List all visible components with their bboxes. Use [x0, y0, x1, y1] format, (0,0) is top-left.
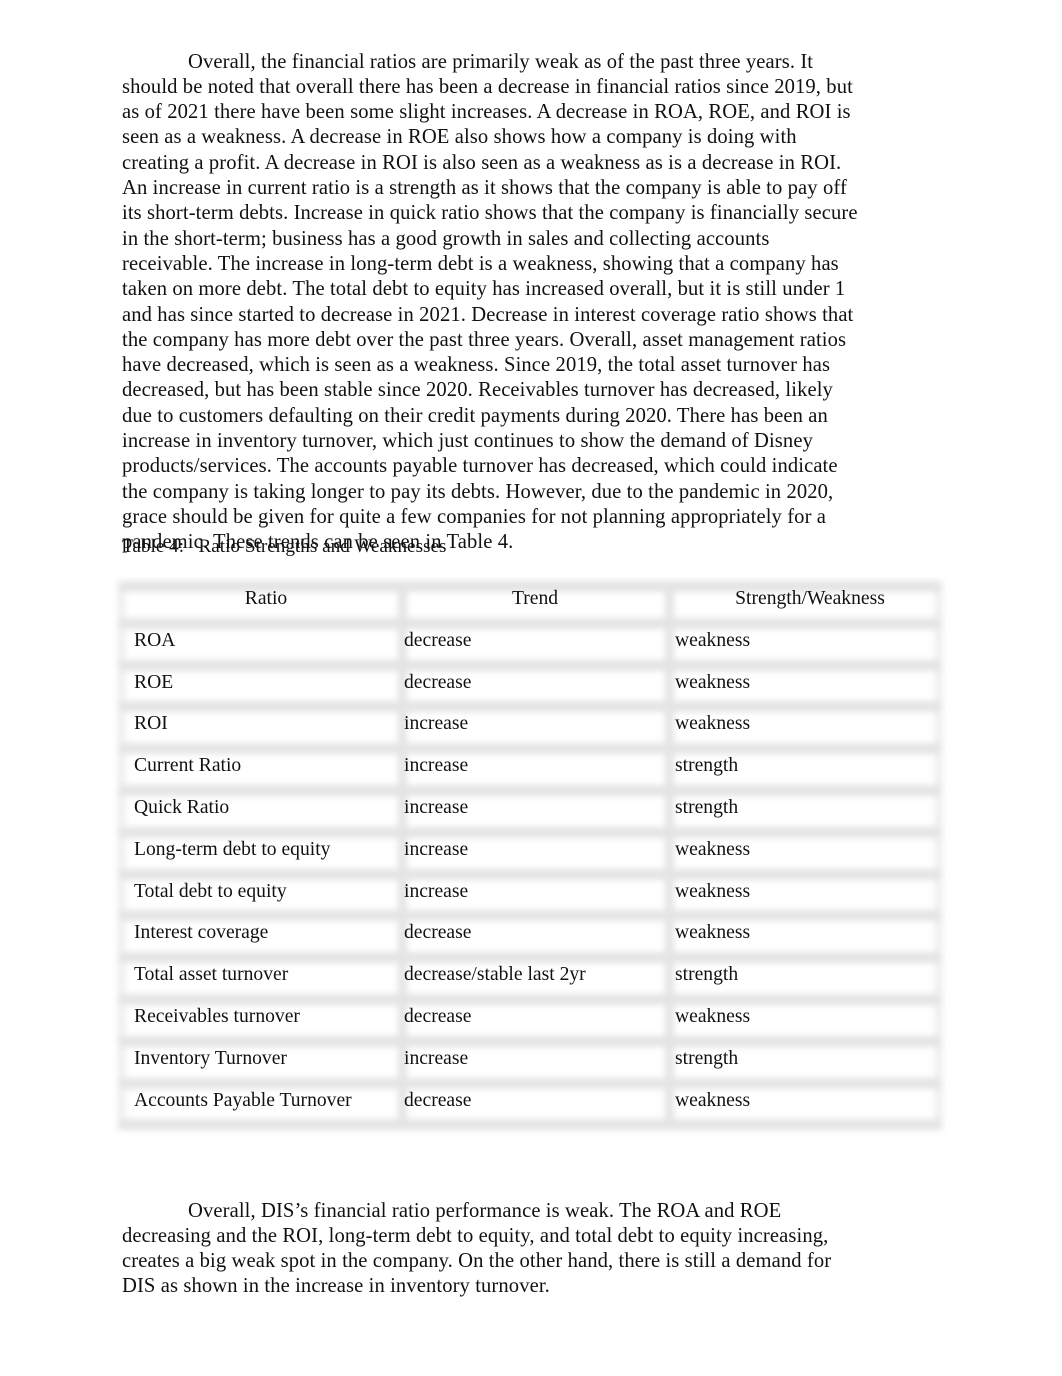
ratio-table: Ratio Trend Strength/Weakness ROA decrease we…: [112, 576, 948, 1132]
table-row: Total asset turnover decrease/stable last…: [112, 954, 948, 996]
table-cell: Receivables turnover: [134, 1006, 300, 1027]
column-header: Ratio: [244, 588, 288, 609]
table-cell: increase: [404, 838, 469, 860]
table-cell: Inventory Turnover: [134, 1047, 287, 1069]
table-row: Total debt to equity increase weakness: [112, 871, 948, 913]
table-cell: strength: [675, 964, 739, 986]
table-cell: ROA: [134, 629, 176, 651]
table-cell: decrease: [404, 629, 472, 651]
table-cell: increase: [404, 713, 469, 735]
document-page: Overall, the financial ratios are primar…: [0, 0, 1062, 1376]
conclusion-paragraph: Overall, DIS’s financial ratio performan…: [122, 1199, 832, 1298]
table-cell: Quick Ratio: [134, 797, 230, 818]
table-row: Receivables turnover decrease weakness: [112, 996, 948, 1038]
table-content: Ratio Trend Strength/Weakness ROA decrease we…: [112, 576, 948, 1132]
table-header-row: Ratio Trend Strength/Weakness: [112, 578, 948, 620]
table-cell: weakness: [675, 1006, 751, 1027]
table-cell: weakness: [675, 713, 751, 735]
table-cell: decrease: [404, 922, 472, 944]
table-caption: Table 4: Ratio Strengths and Weaknesses: [122, 536, 447, 557]
table-row: ROA decrease weakness: [112, 620, 948, 662]
table-cell: decrease/stable last 2yr: [404, 964, 586, 986]
column-header: Trend: [511, 588, 559, 609]
intro-paragraph: Overall, the financial ratios are primar…: [122, 50, 858, 554]
table-cell: ROI: [134, 713, 168, 735]
table-cell: weakness: [675, 838, 751, 860]
table-cell: Total asset turnover: [134, 964, 289, 986]
table-cell: decrease: [404, 1089, 472, 1111]
table-cell: weakness: [675, 629, 751, 651]
table-cell: weakness: [675, 671, 751, 693]
table-cell: increase: [404, 1047, 469, 1069]
table-row: Interest coverage decrease weakness: [112, 912, 948, 954]
table-cell: Accounts Payable Turnover: [134, 1089, 352, 1111]
table-cell: Current Ratio: [134, 755, 242, 777]
table-cell: decrease: [404, 1006, 472, 1027]
table-cell: strength: [675, 1047, 739, 1069]
table-cell: Total debt to equity: [134, 880, 287, 902]
table-cell: Long-term debt to equity: [134, 838, 331, 860]
table-cell: decrease: [404, 671, 472, 693]
table-cell: weakness: [675, 1089, 751, 1111]
table-row: Accounts Payable Turnover decrease weaknes…: [112, 1080, 948, 1122]
table-row: Quick Ratio increase strength: [112, 787, 948, 829]
table-cell: weakness: [675, 922, 751, 944]
table-cell: weakness: [675, 880, 751, 902]
table-cell: increase: [404, 755, 469, 777]
table-row: Long-term debt to equity increase weakness: [112, 829, 948, 871]
table-row: Current Ratio increase strength: [112, 745, 948, 787]
table-cell: ROE: [134, 671, 174, 693]
table-row: Inventory Turnover increase strength: [112, 1038, 948, 1080]
table-row: ROI increase weakness: [112, 703, 948, 745]
table-cell: increase: [404, 797, 469, 818]
table-cell: Interest coverage: [134, 922, 269, 944]
table-row: ROE decrease weakness: [112, 662, 948, 704]
table-cell: strength: [675, 755, 739, 777]
table-cell: strength: [675, 797, 739, 818]
column-header: Strength/Weakness: [735, 588, 885, 609]
table-cell: increase: [404, 880, 469, 902]
